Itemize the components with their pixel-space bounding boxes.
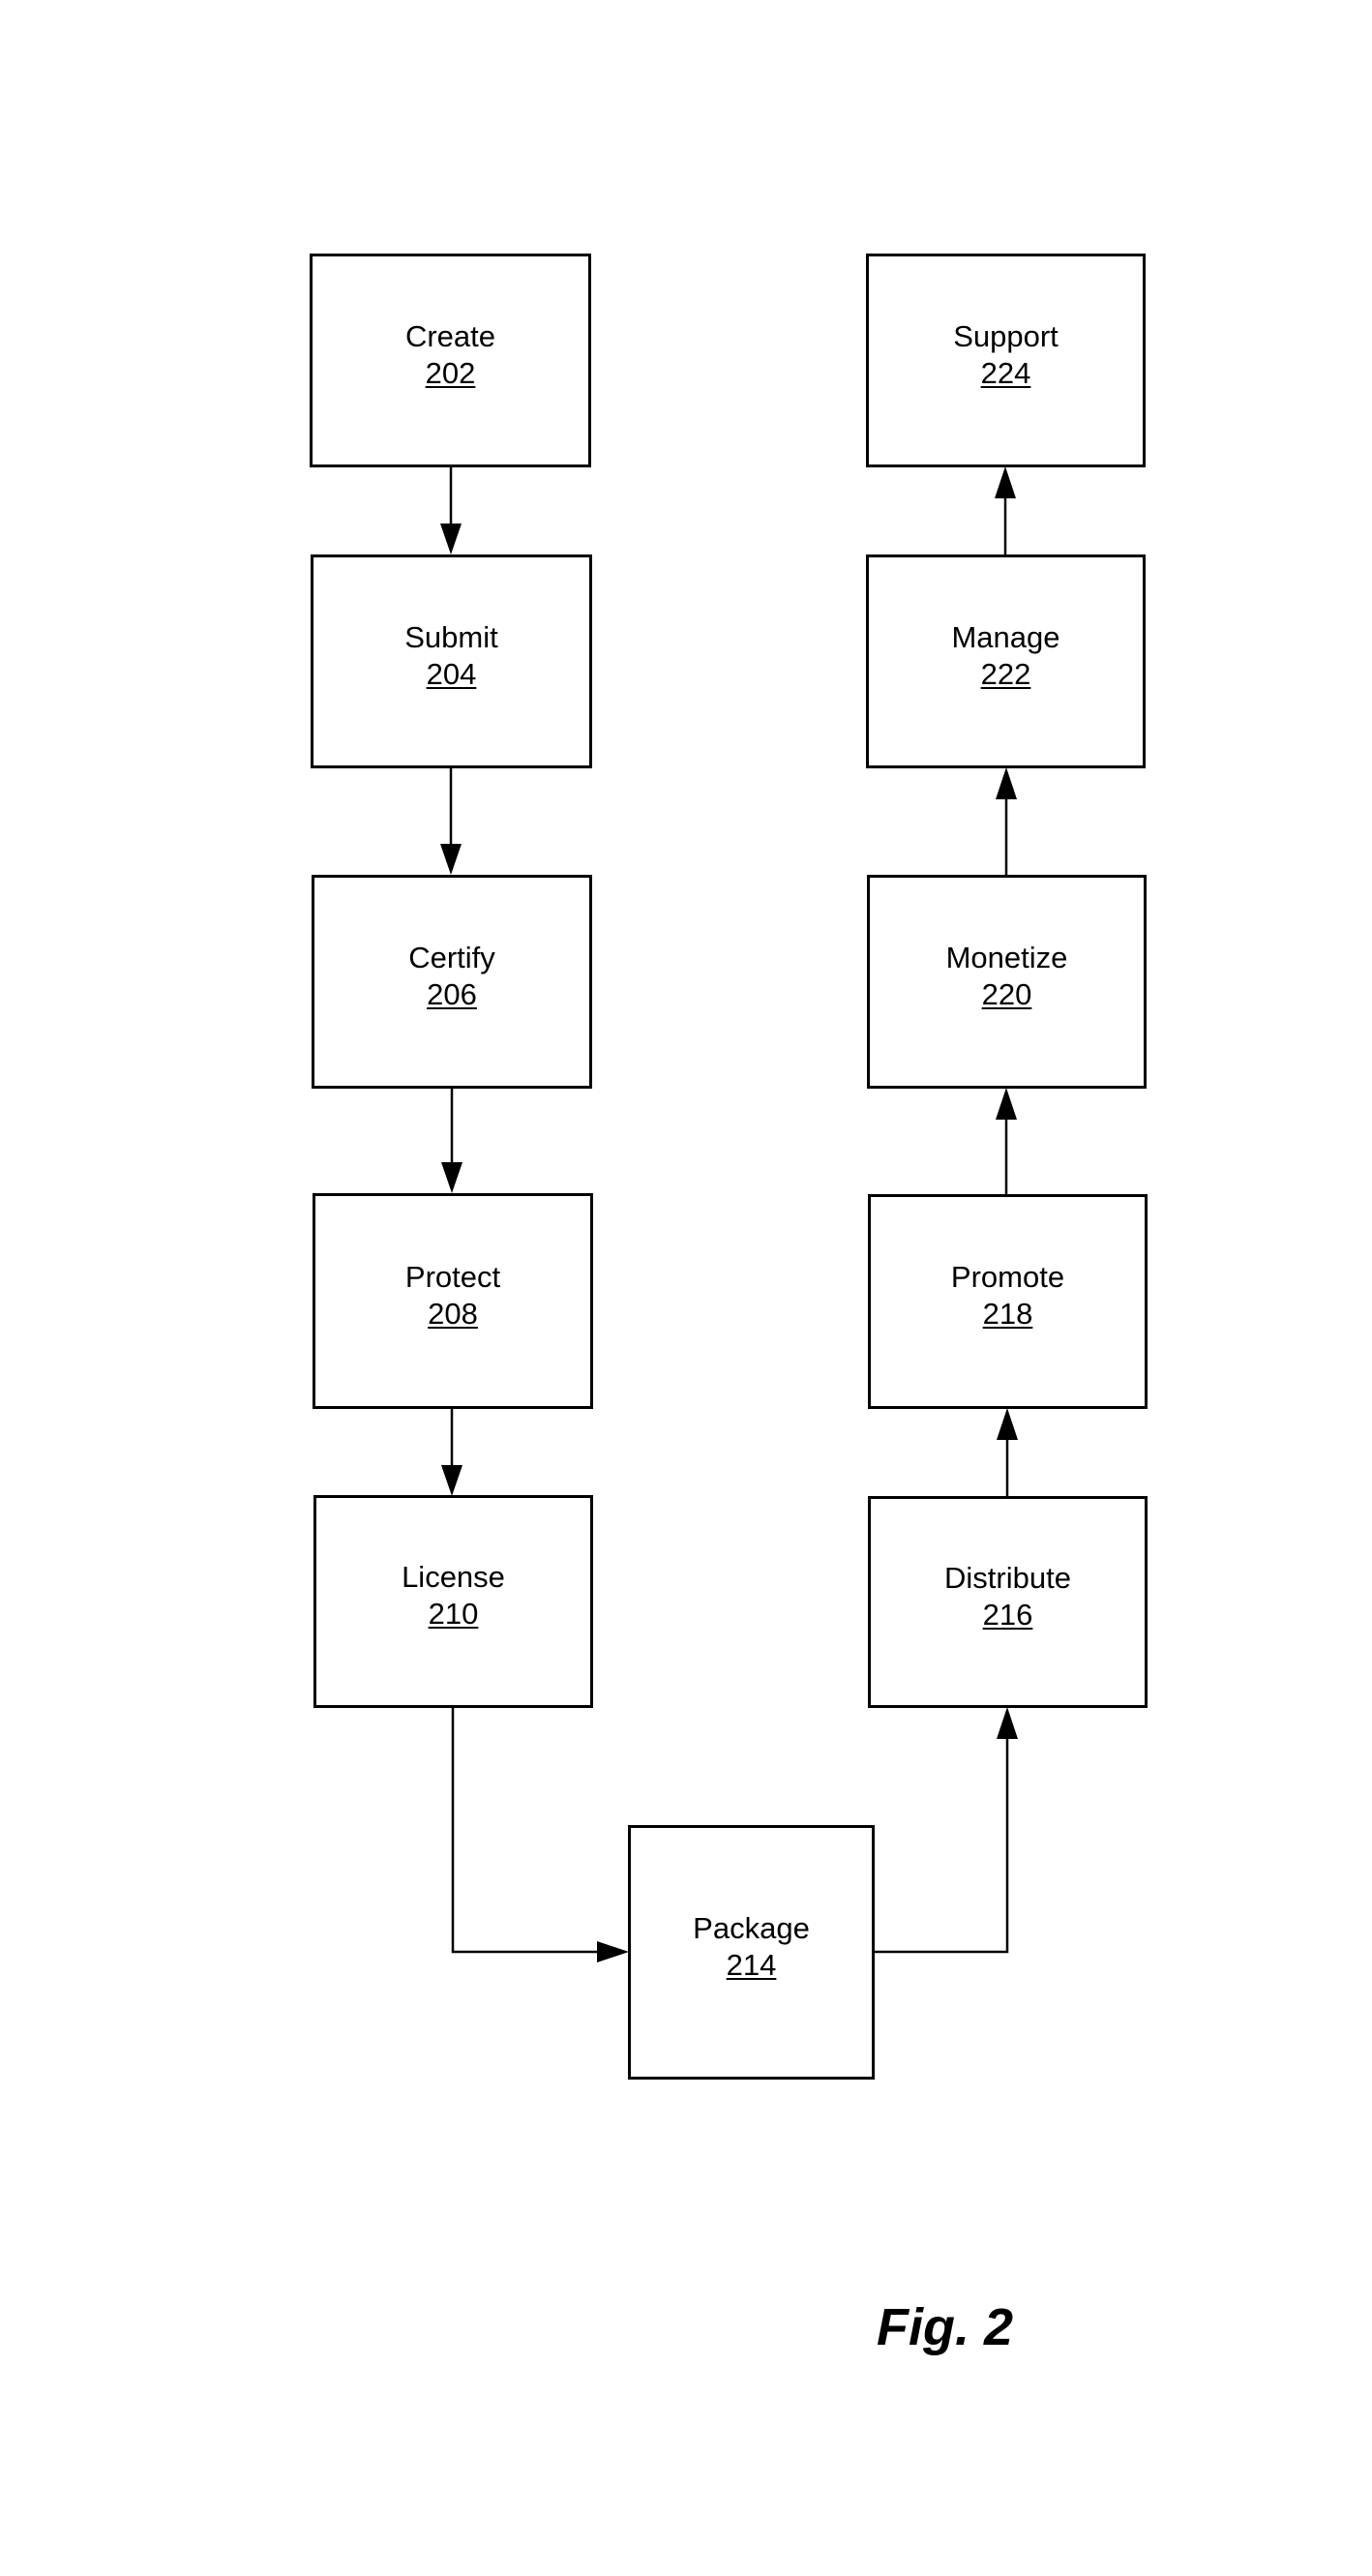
- arrowhead-down-icon: [441, 1162, 462, 1193]
- arrowhead-up-icon: [996, 767, 1017, 799]
- node-label: Monetize: [945, 940, 1068, 974]
- arrowhead-down-icon: [440, 524, 462, 554]
- edge-certify-protect: [441, 1088, 462, 1193]
- node-protect: Protect 208: [313, 1193, 593, 1409]
- node-manage: Manage 222: [866, 554, 1146, 768]
- node-ref: 214: [726, 1947, 777, 1982]
- node-ref: 202: [425, 355, 476, 390]
- node-ref: 216: [982, 1597, 1033, 1632]
- node-label: Protect: [404, 1259, 501, 1294]
- node-label: License: [402, 1560, 505, 1594]
- edge-submit-certify: [440, 767, 462, 875]
- node-ref: 224: [980, 355, 1031, 390]
- flow-connectors: [440, 466, 1018, 1962]
- edge-distribute-promote: [997, 1408, 1018, 1496]
- node-ref: 218: [982, 1297, 1033, 1331]
- node-ref: 206: [427, 976, 477, 1011]
- figure-label: Fig. 2: [877, 2298, 1014, 2356]
- arrowhead-up-icon: [996, 1088, 1017, 1120]
- node-certify: Certify 206: [312, 875, 592, 1089]
- node-label: Package: [693, 1910, 810, 1945]
- node-ref: 204: [426, 656, 477, 691]
- node-support: Support 224: [866, 254, 1146, 467]
- arrowhead-down-icon: [440, 844, 462, 875]
- node-ref: 222: [980, 656, 1031, 691]
- edge-promote-monetize: [996, 1088, 1017, 1194]
- node-ref: 208: [428, 1296, 478, 1331]
- edge-create-submit: [440, 466, 462, 554]
- arrowhead-up-icon: [997, 1408, 1018, 1440]
- node-label: Promote: [950, 1260, 1065, 1294]
- node-promote: Promote 218: [868, 1194, 1148, 1409]
- edge-package-distribute: [874, 1707, 1018, 1954]
- node-label: Submit: [404, 619, 498, 654]
- node-label: Distribute: [944, 1560, 1071, 1595]
- node-label: Create: [404, 318, 496, 353]
- node-ref: 220: [981, 976, 1032, 1011]
- node-create: Create 202: [310, 254, 591, 467]
- arrowhead-right-icon: [597, 1941, 629, 1962]
- arrowhead-down-icon: [441, 1465, 462, 1496]
- node-distribute: Distribute 216: [868, 1496, 1148, 1708]
- node-ref: 210: [428, 1597, 479, 1631]
- node-label: Support: [953, 318, 1059, 353]
- edge-license-package: [451, 1707, 629, 1962]
- node-label: Certify: [408, 940, 495, 974]
- edge-manage-support: [995, 466, 1016, 554]
- node-submit: Submit 204: [311, 554, 592, 768]
- node-license: License 210: [313, 1495, 593, 1708]
- node-monetize: Monetize 220: [867, 875, 1147, 1089]
- edge-protect-license: [441, 1408, 462, 1496]
- arrowhead-up-icon: [995, 466, 1016, 498]
- node-label: Manage: [951, 619, 1060, 654]
- arrowhead-up-icon: [997, 1707, 1018, 1739]
- edge-monetize-manage: [996, 767, 1017, 875]
- node-package: Package 214: [628, 1825, 875, 2080]
